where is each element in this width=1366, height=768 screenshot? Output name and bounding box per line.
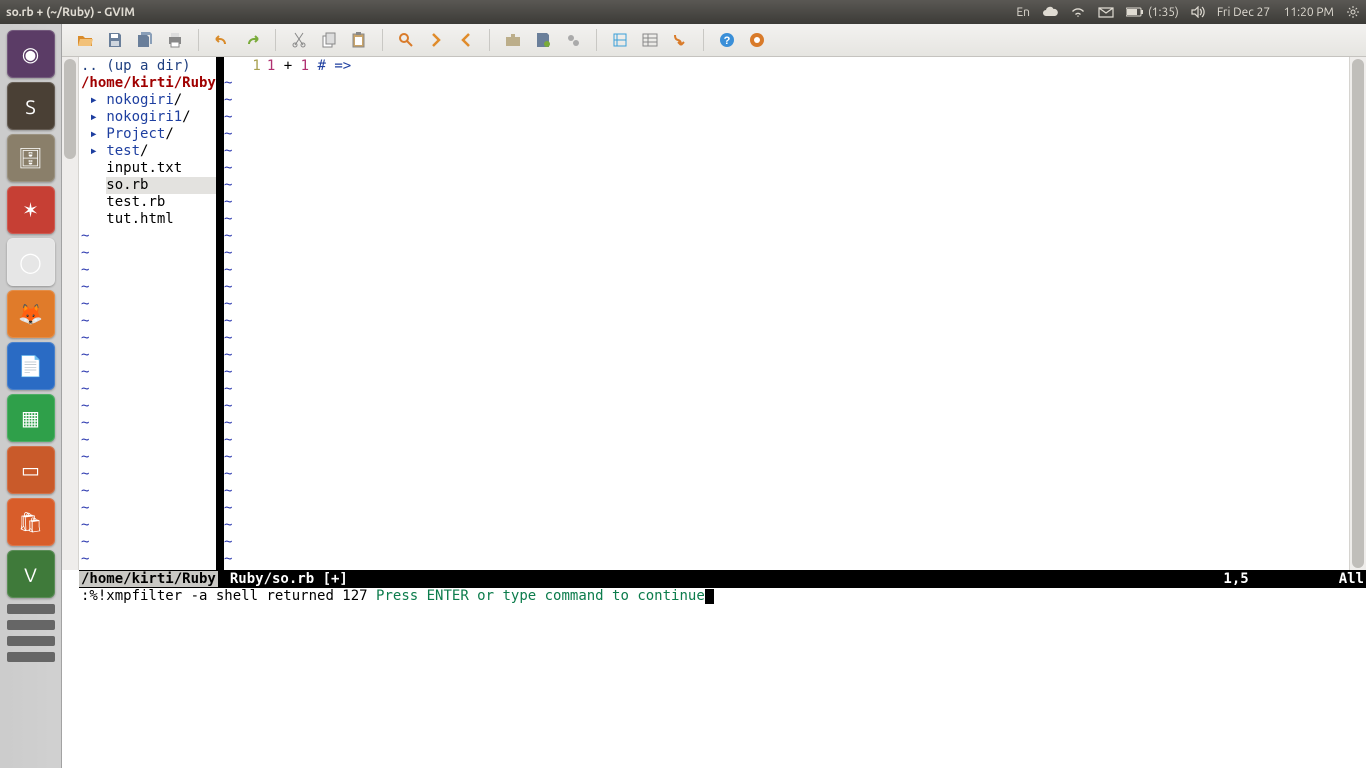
netrw-updir[interactable]: .. (up a dir) [81,58,191,74]
launcher-dash[interactable]: ◉ [7,30,55,78]
gvim-toolbar: ? [62,24,1366,57]
svg-text:?: ? [724,35,731,47]
editor-area: .. (up a dir) /home/kirti/Ruby/ ▸ nokogi… [62,57,1366,570]
launcher-stacked-icon[interactable] [7,604,55,614]
cloud-icon[interactable] [1042,6,1058,18]
vertical-split-bar[interactable] [216,57,224,570]
netrw-pane[interactable]: .. (up a dir) /home/kirti/Ruby/ ▸ nokogi… [79,57,216,570]
run-script-icon[interactable] [562,29,584,51]
status-scroll: All [1339,571,1364,587]
launcher-app-red[interactable]: ✶ [7,186,55,234]
taglist-icon[interactable] [639,29,661,51]
launcher-chromium[interactable]: ◯ [7,238,55,286]
status-line: /home/kirti/Ruby Ruby/so.rb [+] 1,5 All [79,570,1366,588]
help-icon[interactable]: ? [716,29,738,51]
cmd-line-2: shell returned 127 [216,588,368,604]
command-area[interactable]: :%!xmpfilter -a shell returned 127 Press… [79,588,1366,605]
print-icon[interactable] [164,29,186,51]
launcher-stacked-icon[interactable] [7,652,55,662]
launcher-files[interactable]: 🗄 [7,134,55,182]
netrw-path: /home/kirti/Ruby/ [81,75,224,91]
wifi-icon[interactable] [1070,6,1086,18]
launcher-software[interactable]: 🛍 [7,498,55,546]
launcher-stacked-icon[interactable] [7,636,55,646]
gvim-window: ? .. (up a dir) /home/kirti/Ruby/ ▸ noko… [62,24,1366,768]
cmd-prompt: Press ENTER or type command to continue [376,588,705,604]
redo-icon[interactable] [241,29,263,51]
launcher-firefox[interactable]: 🦊 [7,290,55,338]
status-file: Ruby/so.rb [+] [226,571,348,587]
code-pane[interactable]: 11 + 1 # => ~ ~ ~ ~ ~ ~ ~ ~ ~ ~ ~ ~ ~ ~ … [224,57,1349,570]
launcher-stacked-icon[interactable] [7,620,55,630]
status-pos: 1,5 [1223,571,1248,587]
scrollbar-netrw[interactable] [62,57,79,570]
cut-icon[interactable] [288,29,310,51]
status-left-path: /home/kirti/Ruby [79,571,218,587]
session-save-icon[interactable] [532,29,554,51]
battery-indicator[interactable]: (1:35) [1126,6,1179,19]
launcher-gvim[interactable]: V [7,550,55,598]
open-icon[interactable] [74,29,96,51]
cursor [705,589,714,604]
launcher-impress[interactable]: ▭ [7,446,55,494]
launcher-sublime[interactable]: S [7,82,55,130]
scrollbar-code[interactable] [1349,57,1366,570]
prev-icon[interactable] [455,29,477,51]
save-icon[interactable] [104,29,126,51]
jump-icon[interactable] [669,29,691,51]
unity-launcher: ◉S🗄✶◯🦊📄▦▭🛍V [0,24,62,768]
volume-icon[interactable] [1191,6,1205,18]
find-icon[interactable] [395,29,417,51]
saveall-icon[interactable] [134,29,156,51]
cmd-line-1: :%!xmpfilter -a [81,588,207,604]
undo-icon[interactable] [211,29,233,51]
clock[interactable]: Fri Dec 27 11:20 PM [1217,6,1334,19]
code-tildes: ~ ~ ~ ~ ~ ~ ~ ~ ~ ~ ~ ~ ~ ~ ~ ~ ~ ~ ~ ~ … [224,75,232,567]
make-icon[interactable] [609,29,631,51]
copy-icon[interactable] [318,29,340,51]
netrw-tildes: ~ ~ ~ ~ ~ ~ ~ ~ ~ ~ ~ ~ ~ ~ ~ ~ ~ ~ ~ ~ [81,228,89,567]
launcher-writer[interactable]: 📄 [7,342,55,390]
paste-icon[interactable] [348,29,370,51]
session-load-icon[interactable] [502,29,524,51]
findnext-icon[interactable] [746,29,768,51]
line-number: 1 [241,58,261,75]
mail-icon[interactable] [1098,6,1114,18]
gear-icon[interactable] [1346,5,1360,19]
launcher-calc[interactable]: ▦ [7,394,55,442]
top-panel: so.rb + (~/Ruby) - GVIM En (1:35) Fri De… [0,0,1366,24]
next-icon[interactable] [425,29,447,51]
window-title: so.rb + (~/Ruby) - GVIM [6,6,135,19]
keyboard-indicator[interactable]: En [1016,6,1030,19]
